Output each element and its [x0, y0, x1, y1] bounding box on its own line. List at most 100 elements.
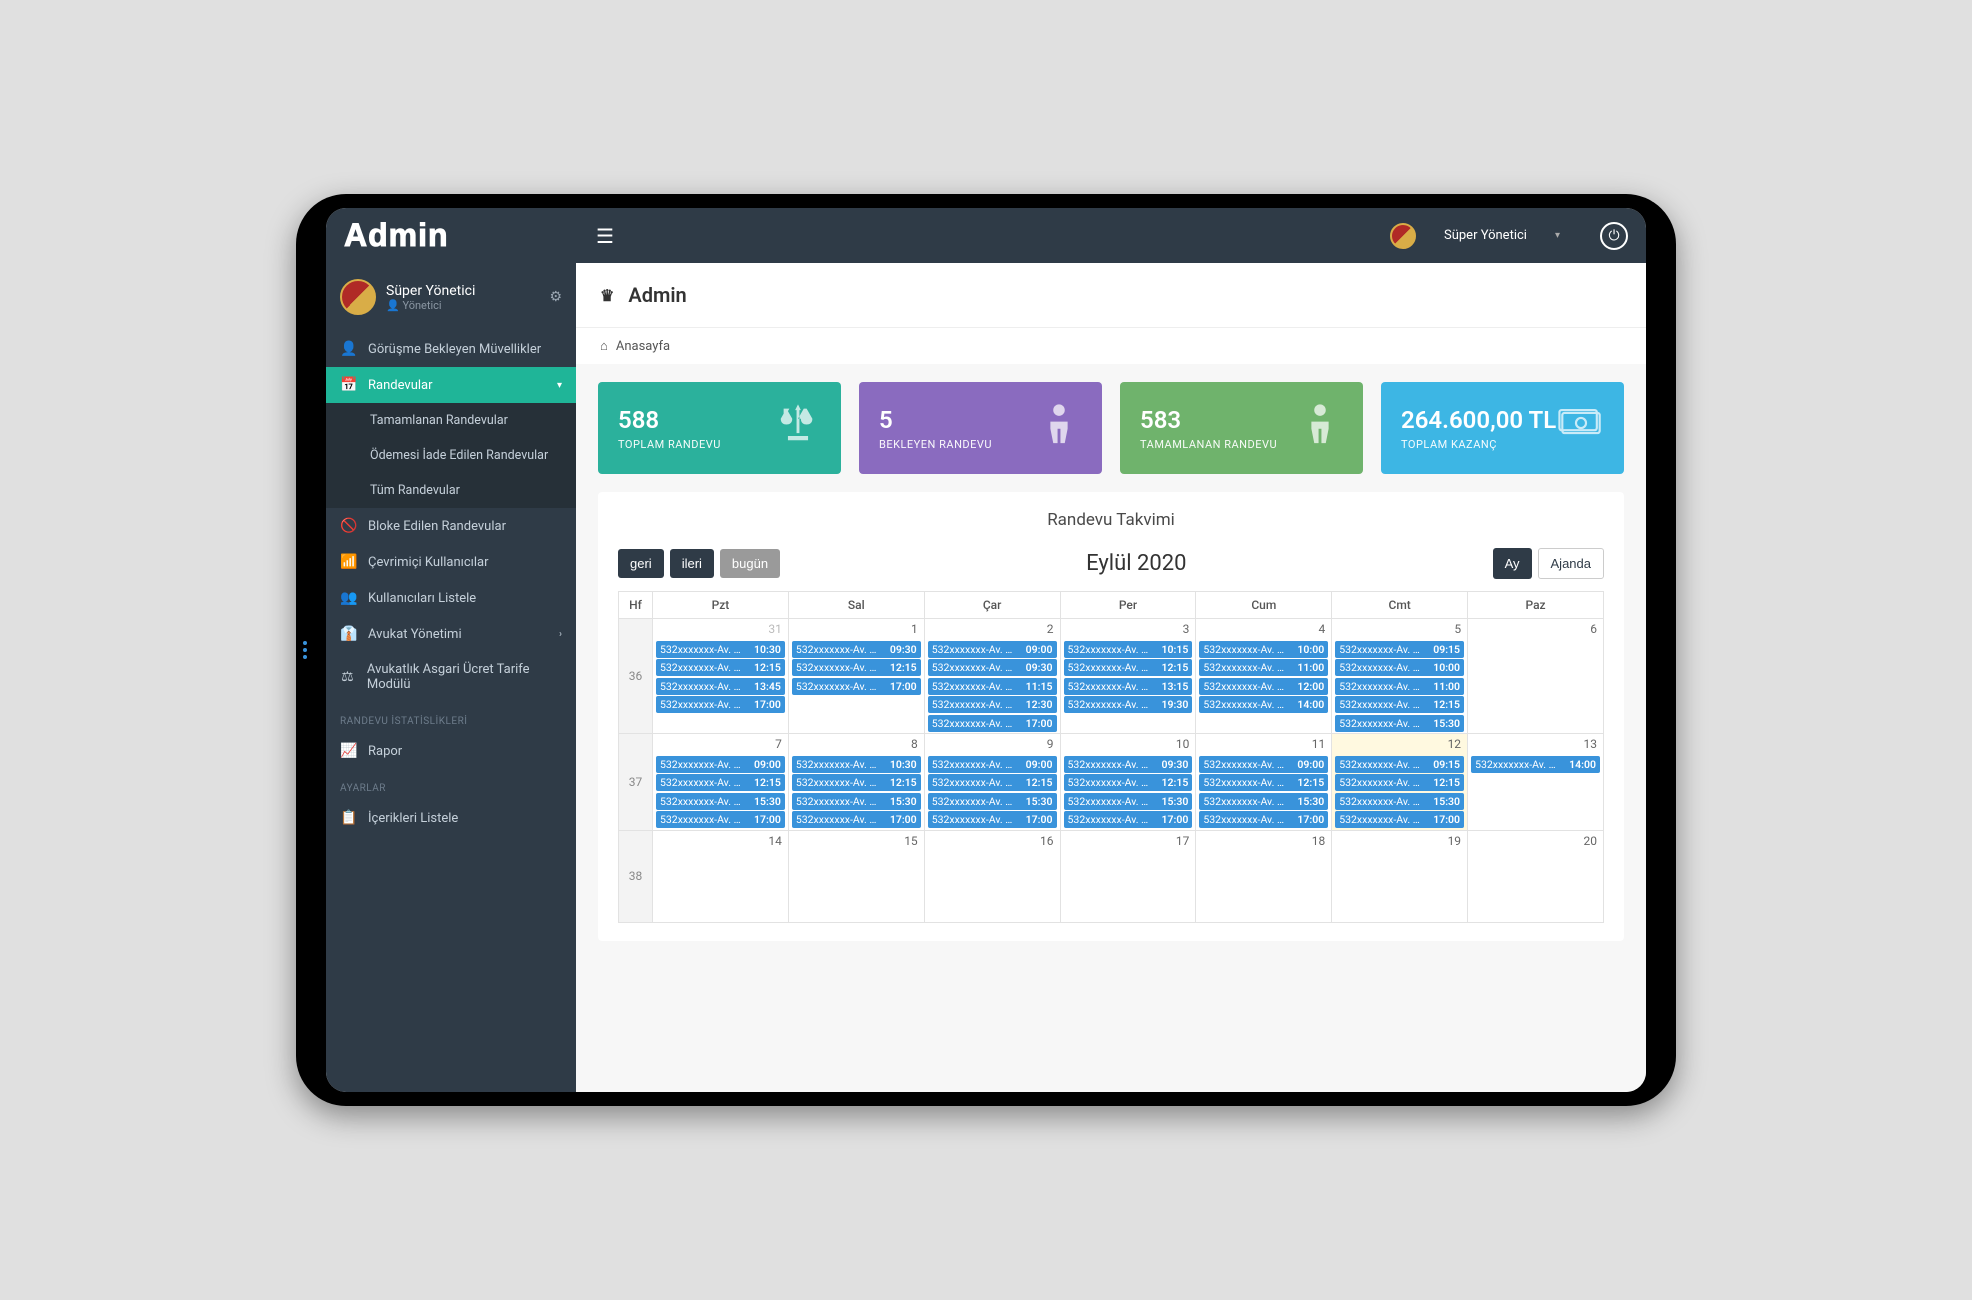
calendar-event[interactable]: 532xxxxxxx-Av. …10:30: [792, 756, 921, 773]
calendar-day-cell[interactable]: 12532xxxxxxx-Av. …09:15532xxxxxxx-Av. …1…: [1332, 734, 1468, 831]
calendar-event[interactable]: 532xxxxxxx-Av. …15:30: [1335, 715, 1464, 732]
calendar-day-cell[interactable]: 6: [1468, 619, 1604, 734]
calendar-event[interactable]: 532xxxxxxx-Av. …19:30: [1064, 696, 1193, 713]
calendar-day-cell[interactable]: 17: [1060, 830, 1196, 922]
chevron-down-icon[interactable]: ▾: [1555, 230, 1560, 241]
calendar-event[interactable]: 532xxxxxxx-Av. …10:00: [1335, 659, 1464, 676]
calendar-event[interactable]: 532xxxxxxx-Av. …12:15: [792, 774, 921, 791]
calendar-event[interactable]: 532xxxxxxx-Av. …10:00: [1199, 641, 1328, 658]
user-avatar[interactable]: [1390, 223, 1416, 249]
calendar-event[interactable]: 532xxxxxxx-Av. …15:30: [928, 793, 1057, 810]
sidebar-item-rapor[interactable]: 📈 Rapor: [326, 733, 576, 769]
calendar-event[interactable]: 532xxxxxxx-Av. …09:00: [656, 756, 785, 773]
user-name[interactable]: Süper Yönetici: [1444, 228, 1527, 243]
calendar-event[interactable]: 532xxxxxxx-Av. …09:30: [928, 659, 1057, 676]
calendar-day-cell[interactable]: 10532xxxxxxx-Av. …09:30532xxxxxxx-Av. …1…: [1060, 734, 1196, 831]
calendar-day-cell[interactable]: 4532xxxxxxx-Av. …10:00532xxxxxxx-Av. …11…: [1196, 619, 1332, 734]
calendar-event[interactable]: 532xxxxxxx-Av. …17:00: [792, 678, 921, 695]
stat-card-1[interactable]: 5BEKLEYEN RANDEVU: [859, 382, 1102, 474]
stat-card-3[interactable]: 264.600,00 TLTOPLAM KAZANÇ: [1381, 382, 1624, 474]
calendar-event[interactable]: 532xxxxxxx-Av. …10:15: [1064, 641, 1193, 658]
calendar-event[interactable]: 532xxxxxxx-Av. …12:15: [1199, 774, 1328, 791]
stat-card-0[interactable]: 588TOPLAM RANDEVU: [598, 382, 841, 474]
calendar-event[interactable]: 532xxxxxxx-Av. …15:30: [1199, 793, 1328, 810]
calendar-event[interactable]: 532xxxxxxx-Av. …13:15: [1064, 678, 1193, 695]
stat-card-2[interactable]: 583TAMAMLANAN RANDEVU: [1120, 382, 1363, 474]
calendar-event[interactable]: 532xxxxxxx-Av. …11:15: [928, 678, 1057, 695]
sidebar-subitem-1[interactable]: Ödemesi İade Edilen Randevular: [326, 438, 576, 473]
power-icon[interactable]: ⏻: [1600, 222, 1628, 250]
menu-toggle-icon[interactable]: ☰: [596, 224, 614, 248]
calendar-event[interactable]: 532xxxxxxx-Av. …11:00: [1335, 678, 1464, 695]
calendar-event[interactable]: 532xxxxxxx-Av. …11:00: [1199, 659, 1328, 676]
calendar-event[interactable]: 532xxxxxxx-Av. …09:15: [1335, 756, 1464, 773]
calendar-day-cell[interactable]: 3532xxxxxxx-Av. …10:15532xxxxxxx-Av. …12…: [1060, 619, 1196, 734]
calendar-day-cell[interactable]: 20: [1468, 830, 1604, 922]
calendar-day-cell[interactable]: 15: [788, 830, 924, 922]
calendar-event[interactable]: 532xxxxxxx-Av. …09:00: [1199, 756, 1328, 773]
calendar-event[interactable]: 532xxxxxxx-Av. …15:30: [656, 793, 785, 810]
calendar-view-agenda-button[interactable]: Ajanda: [1538, 548, 1604, 579]
sidebar-item-3[interactable]: 📶Çevrimiçi Kullanıcılar: [326, 544, 576, 580]
calendar-event[interactable]: 532xxxxxxx-Av. …12:15: [928, 774, 1057, 791]
sidebar-item-5[interactable]: 👔Avukat Yönetimi›: [326, 616, 576, 652]
sidebar-item-0[interactable]: 👤Görüşme Bekleyen Müvellikler: [326, 331, 576, 367]
calendar-day-cell[interactable]: 9532xxxxxxx-Av. …09:00532xxxxxxx-Av. …12…: [924, 734, 1060, 831]
calendar-event[interactable]: 532xxxxxxx-Av. …09:00: [928, 641, 1057, 658]
sidebar-item-4[interactable]: 👥Kullanıcıları Listele: [326, 580, 576, 616]
calendar-next-button[interactable]: ileri: [670, 549, 714, 578]
calendar-event[interactable]: 532xxxxxxx-Av. …12:15: [1335, 696, 1464, 713]
calendar-day-cell[interactable]: 19: [1332, 830, 1468, 922]
breadcrumb-home[interactable]: Anasayfa: [616, 339, 670, 354]
calendar-event[interactable]: 532xxxxxxx-Av. …12:15: [656, 659, 785, 676]
calendar-event[interactable]: 532xxxxxxx-Av. …14:00: [1199, 696, 1328, 713]
calendar-day-cell[interactable]: 5532xxxxxxx-Av. …09:15532xxxxxxx-Av. …10…: [1332, 619, 1468, 734]
calendar-event[interactable]: 532xxxxxxx-Av. …12:15: [792, 659, 921, 676]
calendar-event[interactable]: 532xxxxxxx-Av. …17:00: [656, 696, 785, 713]
calendar-day-cell[interactable]: 11532xxxxxxx-Av. …09:00532xxxxxxx-Av. …1…: [1196, 734, 1332, 831]
calendar-event[interactable]: 532xxxxxxx-Av. …17:00: [928, 811, 1057, 828]
calendar-day-cell[interactable]: 2532xxxxxxx-Av. …09:00532xxxxxxx-Av. …09…: [924, 619, 1060, 734]
calendar-day-cell[interactable]: 18: [1196, 830, 1332, 922]
calendar-day-cell[interactable]: 8532xxxxxxx-Av. …10:30532xxxxxxx-Av. …12…: [788, 734, 924, 831]
calendar-event[interactable]: 532xxxxxxx-Av. …17:00: [928, 715, 1057, 732]
calendar-day-cell[interactable]: 7532xxxxxxx-Av. …09:00532xxxxxxx-Av. …12…: [653, 734, 789, 831]
calendar-event[interactable]: 532xxxxxxx-Av. …12:30: [928, 696, 1057, 713]
home-icon[interactable]: ⌂: [600, 338, 608, 354]
calendar-event[interactable]: 532xxxxxxx-Av. …14:00: [1471, 756, 1600, 773]
calendar-event[interactable]: 532xxxxxxx-Av. …09:15: [1335, 641, 1464, 658]
sidebar-item-icerik[interactable]: 📋 İçerikleri Listele: [326, 800, 576, 836]
calendar-event[interactable]: 532xxxxxxx-Av. …17:00: [1335, 811, 1464, 828]
calendar-view-month-button[interactable]: Ay: [1493, 548, 1532, 579]
calendar-event[interactable]: 532xxxxxxx-Av. …12:00: [1199, 678, 1328, 695]
calendar-event[interactable]: 532xxxxxxx-Av. …17:00: [1064, 811, 1193, 828]
calendar-event[interactable]: 532xxxxxxx-Av. …15:30: [792, 793, 921, 810]
calendar-event[interactable]: 532xxxxxxx-Av. …09:00: [928, 756, 1057, 773]
sidebar-subitem-2[interactable]: Tüm Randevular: [326, 473, 576, 508]
calendar-event[interactable]: 532xxxxxxx-Av. …12:15: [1064, 774, 1193, 791]
calendar-event[interactable]: 532xxxxxxx-Av. …17:00: [792, 811, 921, 828]
calendar-event[interactable]: 532xxxxxxx-Av. …12:15: [656, 774, 785, 791]
sidebar-subitem-0[interactable]: Tamamlanan Randevular: [326, 403, 576, 438]
calendar-event[interactable]: 532xxxxxxx-Av. …17:00: [656, 811, 785, 828]
calendar-day-cell[interactable]: 1532xxxxxxx-Av. …09:30532xxxxxxx-Av. …12…: [788, 619, 924, 734]
sidebar-item-1[interactable]: 📅Randevular▾: [326, 367, 576, 403]
gear-icon[interactable]: ⚙: [549, 289, 562, 305]
calendar-day-cell[interactable]: 14: [653, 830, 789, 922]
sidebar-item-2[interactable]: 🚫Bloke Edilen Randevular: [326, 508, 576, 544]
calendar-day-cell[interactable]: 13532xxxxxxx-Av. …14:00: [1468, 734, 1604, 831]
calendar-event[interactable]: 532xxxxxxx-Av. …17:00: [1199, 811, 1328, 828]
calendar-event[interactable]: 532xxxxxxx-Av. …13:45: [656, 678, 785, 695]
sidebar-item-6[interactable]: ⚖Avukatlık Asgari Ücret Tarife Modülü: [326, 652, 576, 702]
calendar-event[interactable]: 532xxxxxxx-Av. …15:30: [1064, 793, 1193, 810]
calendar-event[interactable]: 532xxxxxxx-Av. …12:15: [1064, 659, 1193, 676]
calendar-event[interactable]: 532xxxxxxx-Av. …12:15: [1335, 774, 1464, 791]
calendar-event[interactable]: 532xxxxxxx-Av. …15:30: [1335, 793, 1464, 810]
calendar-day-cell[interactable]: 31532xxxxxxx-Av. …10:30532xxxxxxx-Av. …1…: [653, 619, 789, 734]
calendar-event[interactable]: 532xxxxxxx-Av. …09:30: [1064, 756, 1193, 773]
calendar-prev-button[interactable]: geri: [618, 549, 664, 578]
calendar-event[interactable]: 532xxxxxxx-Av. …10:30: [656, 641, 785, 658]
calendar-event[interactable]: 532xxxxxxx-Av. …09:30: [792, 641, 921, 658]
calendar-day-cell[interactable]: 16: [924, 830, 1060, 922]
calendar-today-button[interactable]: bugün: [720, 549, 780, 578]
